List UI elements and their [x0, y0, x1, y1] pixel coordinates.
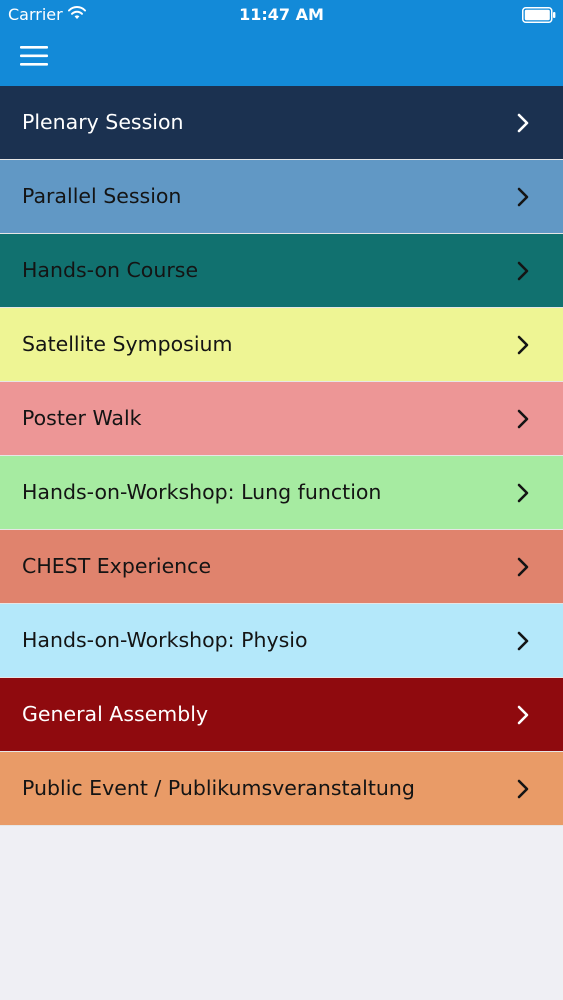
battery-icon — [522, 7, 556, 23]
chevron-right-icon — [517, 557, 529, 577]
chevron-right-icon — [517, 705, 529, 725]
chevron-right-icon — [517, 187, 529, 207]
menu-item[interactable]: Satellite Symposium — [0, 308, 563, 382]
menu-item[interactable]: Plenary Session — [0, 86, 563, 160]
menu-item[interactable]: Public Event / Publikumsveranstaltung — [0, 752, 563, 826]
hamburger-menu-icon[interactable] — [14, 40, 54, 72]
status-bar: Carrier 11:47 AM — [0, 0, 563, 30]
session-type-list: Plenary Session Parallel Session Hands-on … — [0, 86, 563, 826]
menu-item[interactable]: Poster Walk — [0, 382, 563, 456]
menu-item-label: Public Event / Publikumsveranstaltung — [22, 776, 415, 800]
chevron-right-icon — [517, 779, 529, 799]
menu-item[interactable]: Hands-on-Workshop: Physio — [0, 604, 563, 678]
chevron-right-icon — [517, 409, 529, 429]
menu-item-label: Hands-on-Workshop: Lung function — [22, 480, 382, 504]
app-header: Carrier 11:47 AM — [0, 0, 563, 86]
chevron-right-icon — [517, 261, 529, 281]
menu-item[interactable]: Hands-on-Workshop: Lung function — [0, 456, 563, 530]
menu-item-label: Hands-on-Workshop: Physio — [22, 628, 308, 652]
menu-item-label: Hands-on Course — [22, 258, 199, 282]
menu-item-label: CHEST Experience — [22, 554, 212, 578]
menu-item-label: Plenary Session — [22, 110, 184, 134]
chevron-right-icon — [517, 631, 529, 651]
menu-item[interactable]: Hands-on Course — [0, 234, 563, 308]
chevron-right-icon — [517, 113, 529, 133]
menu-item-label: Parallel Session — [22, 184, 182, 208]
menu-item-label: General Assembly — [22, 702, 209, 726]
chevron-right-icon — [517, 335, 529, 355]
chevron-right-icon — [517, 483, 529, 503]
menu-item[interactable]: Parallel Session — [0, 160, 563, 234]
menu-item[interactable]: General Assembly — [0, 678, 563, 752]
status-time: 11:47 AM — [239, 5, 324, 24]
menu-item[interactable]: CHEST Experience — [0, 530, 563, 604]
menu-item-label: Satellite Symposium — [22, 332, 233, 356]
menu-item-label: Poster Walk — [22, 406, 142, 430]
